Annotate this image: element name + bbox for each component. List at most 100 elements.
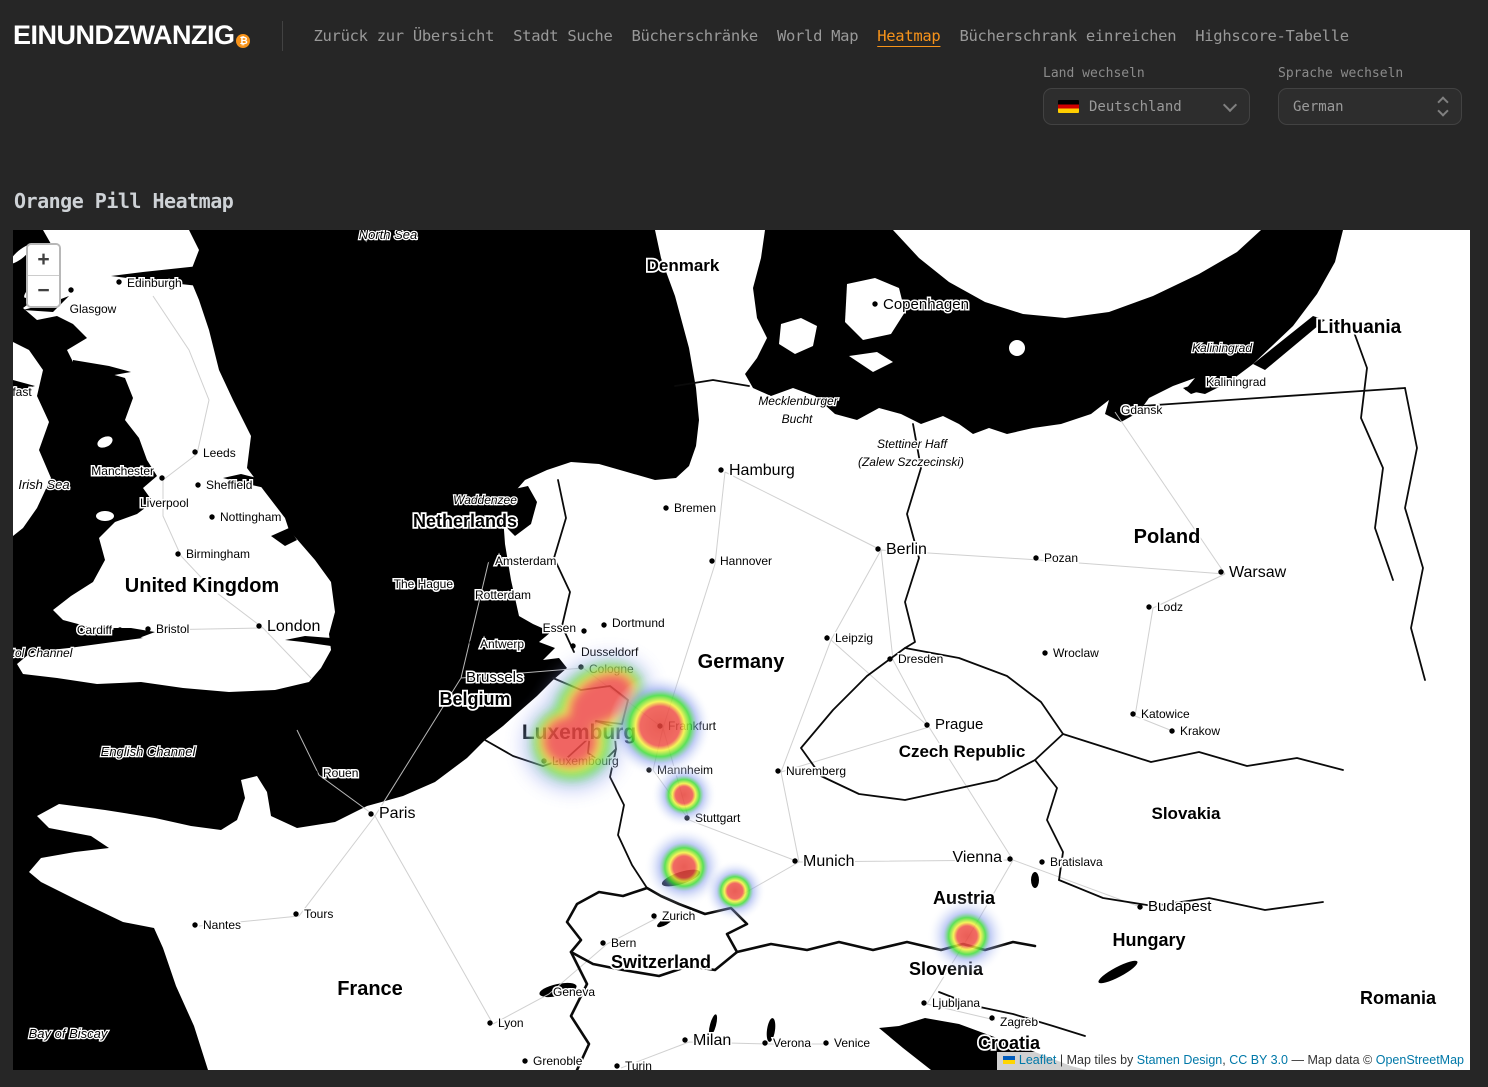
city-dot [875, 546, 880, 551]
city-label: Bern [611, 936, 636, 950]
cc-by-link[interactable]: CC BY 3.0 [1229, 1053, 1288, 1067]
city-dot [464, 592, 469, 597]
city-label: Copenhagen [883, 296, 969, 313]
heatmap-map[interactable]: EdinburghGlasgowBelfastLeedsManchesterSh… [13, 230, 1470, 1070]
nav-link-world-map[interactable]: World Map [777, 27, 858, 45]
nav-link-stadt-suche[interactable]: Stadt Suche [513, 27, 612, 45]
city-dot [1146, 604, 1151, 609]
city-dot [145, 626, 150, 631]
city-dot [293, 911, 298, 916]
ukraine-flag-icon [1003, 1056, 1015, 1064]
city-dot [651, 913, 656, 918]
city-dot [455, 674, 460, 679]
city-label: Rouen [323, 766, 358, 780]
city-dot [614, 1063, 619, 1068]
city-dot [775, 768, 780, 773]
germany-flag-icon [1058, 100, 1079, 113]
openstreetmap-link[interactable]: OpenStreetMap [1376, 1053, 1464, 1067]
city-label: Bremen [674, 501, 716, 515]
city-dot [601, 622, 606, 627]
nav-link-b-cherschrank-einreichen[interactable]: Bücherschrank einreichen [959, 27, 1176, 45]
leaflet-link[interactable]: Leaflet [1019, 1053, 1057, 1067]
nav-link-heatmap[interactable]: Heatmap [877, 27, 940, 45]
city-label: Cardiff [77, 623, 113, 637]
city-dot [484, 557, 489, 562]
locale-controls: Land wechseln Deutschland Sprache wechse… [1043, 66, 1462, 125]
country-label: United Kingdom [125, 575, 279, 597]
city-label: Zagreb [1000, 1015, 1038, 1029]
city-label: Paris [379, 805, 415, 822]
language-select-label: Sprache wechseln [1278, 66, 1462, 81]
city-dot [682, 1037, 687, 1042]
language-select[interactable]: German [1278, 88, 1462, 125]
lake-neusiedl [1031, 872, 1039, 888]
heat-point [608, 674, 712, 778]
city-dot [368, 811, 373, 816]
city-dot [1169, 728, 1174, 733]
water-label: Bristol Channel [13, 646, 73, 660]
city-dot [192, 449, 197, 454]
country-select[interactable]: Deutschland [1043, 88, 1250, 125]
city-label: Pozan [1044, 551, 1078, 565]
city-label: Sheffield [206, 478, 252, 492]
nav-link-highscore-tabelle[interactable]: Highscore-Tabelle [1195, 27, 1349, 45]
country-select-label: Land wechseln [1043, 66, 1250, 81]
heat-point [927, 896, 1007, 976]
map-canvas: EdinburghGlasgowBelfastLeedsManchesterSh… [13, 230, 1470, 1070]
city-label: Vienna [952, 849, 1002, 866]
city-dot [921, 1000, 926, 1005]
city-dot [663, 505, 668, 510]
city-label: Lodz [1157, 600, 1183, 614]
language-control: Sprache wechseln German [1278, 66, 1462, 125]
city-label: Dresden [898, 652, 943, 666]
bitcoin-icon: ₿ [236, 34, 250, 48]
language-select-value: German [1293, 99, 1344, 115]
city-label: Zurich [662, 909, 695, 923]
nav-link-zur-ck-zur-bersicht[interactable]: Zurück zur Übersicht [313, 27, 494, 45]
stamen-link[interactable]: Stamen Design [1137, 1053, 1222, 1067]
city-label: Warsaw [1229, 564, 1287, 581]
city-dot [542, 989, 547, 994]
water-label: Kaliningrad [1192, 341, 1252, 355]
map-zoom-control: + − [26, 243, 61, 308]
city-dot [924, 722, 929, 727]
city-label: Katowice [1141, 707, 1190, 721]
city-label: Bratislava [1050, 855, 1103, 869]
city-label: London [267, 618, 320, 635]
country-select-value: Deutschland [1089, 99, 1182, 115]
map-attribution: Leaflet | Map tiles by Stamen Design, CC… [997, 1052, 1470, 1070]
city-label: Nuremberg [786, 764, 846, 778]
city-label: Ljubljana [932, 996, 980, 1010]
city-label: Venice [834, 1036, 870, 1050]
city-dot [312, 770, 317, 775]
city-label: Grenoble [533, 1054, 583, 1068]
city-label: Birmingham [186, 547, 250, 561]
water-label: Irish Sea [18, 477, 69, 492]
city-label: Budapest [1148, 898, 1212, 915]
city-dot [718, 467, 723, 472]
city-label: The Hague [394, 577, 454, 591]
city-label: Wroclaw [1053, 646, 1099, 660]
city-dot [192, 922, 197, 927]
city-label: Dortmund [612, 616, 665, 630]
zoom-in-button[interactable]: + [28, 245, 59, 275]
city-label: Belfast [13, 385, 32, 399]
city-dot [762, 1040, 767, 1045]
city-dot [129, 500, 134, 505]
city-dot [1033, 555, 1038, 560]
city-label: Geneva [553, 985, 595, 999]
country-label: Belgium [439, 689, 510, 709]
water-label: Stettiner Haff [877, 437, 949, 451]
water-label: Bucht [782, 412, 813, 426]
city-dot [487, 1020, 492, 1025]
city-dot [469, 640, 474, 645]
city-dot [872, 301, 877, 306]
nav-link-b-cherschr-nke[interactable]: Bücherschränke [631, 27, 757, 45]
city-label: Bristol [156, 622, 189, 636]
city-dot [256, 623, 261, 628]
zoom-out-button[interactable]: − [28, 275, 59, 306]
city-dot [117, 627, 122, 632]
city-dot [175, 551, 180, 556]
logo[interactable]: EINUNDZWANZIG ₿ [13, 20, 250, 51]
country-label: Czech Republic [899, 742, 1026, 761]
